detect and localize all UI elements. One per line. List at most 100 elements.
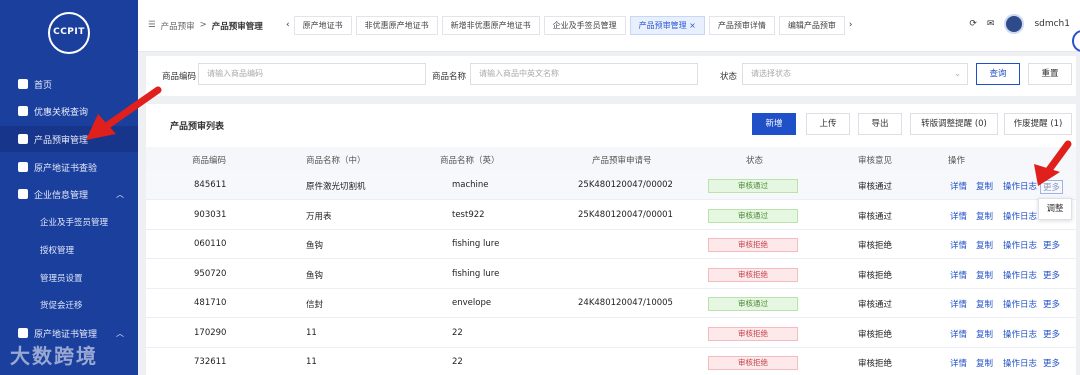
adjust-menu-item[interactable]: 调整: [1038, 198, 1072, 220]
name-label: 商品名称: [432, 72, 467, 82]
cell-code: 481710: [194, 298, 227, 308]
detail-link[interactable]: 详情: [950, 298, 967, 310]
export-button[interactable]: 导出: [858, 113, 902, 135]
cell-name-cn: 原件激光切割机: [306, 182, 366, 192]
cell-name-en: machine: [452, 180, 489, 190]
tab-certificate[interactable]: 原产地证书: [293, 16, 352, 35]
refresh-icon[interactable]: ⟳: [969, 19, 977, 29]
header-opinion: 审核意见: [858, 156, 893, 166]
copy-link[interactable]: 复制: [976, 180, 993, 192]
log-link[interactable]: 操作日志: [1003, 298, 1037, 310]
sidebar-subitem-migration[interactable]: 货促会迁移: [40, 299, 83, 311]
sidebar-item-company-info[interactable]: 企业信息管理 ︿: [0, 181, 138, 207]
cell-name-en: envelope: [452, 298, 492, 308]
copy-link[interactable]: 复制: [976, 357, 993, 369]
copy-link[interactable]: 复制: [976, 269, 993, 281]
cell-name-cn: 万用表: [306, 211, 332, 222]
header-status: 状态: [746, 156, 764, 166]
detail-link[interactable]: 详情: [950, 239, 967, 251]
tab-non-preferential[interactable]: 非优惠原产地证书: [355, 16, 438, 35]
watermark-text: 大数跨境: [10, 344, 98, 368]
breadcrumb: ☰ 产品预审 > 产品预审管理: [148, 20, 263, 32]
upload-button[interactable]: 上传: [806, 113, 850, 135]
cell-name-cn: 11: [306, 327, 317, 338]
table-row: 732611 11 22 审核拒绝 审核拒绝 详情 复制 操作日志 更多: [146, 348, 1076, 375]
detail-link[interactable]: 详情: [950, 269, 967, 281]
copy-link[interactable]: 复制: [976, 210, 993, 222]
detail-link[interactable]: 详情: [950, 357, 967, 369]
sidebar-subitem-authorization[interactable]: 授权管理: [40, 244, 74, 256]
more-link[interactable]: 更多: [1043, 328, 1060, 340]
home-icon: [18, 79, 28, 89]
annotation-arrow-right: [1034, 140, 1072, 186]
status-badge: 审核拒绝: [708, 238, 798, 252]
avatar[interactable]: [1004, 14, 1025, 34]
sidebar: CCPIT 首页 优惠关税查询 产品预审管理 原产地证书查验 企业信息管理 ︿ 企…: [0, 0, 138, 375]
more-link[interactable]: 更多: [1043, 269, 1060, 281]
document-icon: [18, 162, 28, 172]
more-link[interactable]: 更多: [1043, 357, 1060, 369]
log-link[interactable]: 操作日志: [1003, 210, 1037, 222]
header-actions: 操作: [948, 156, 966, 166]
table-title: 产品预审列表: [170, 122, 225, 132]
table-row: 481710 信封 envelope 24K480120047/10005 审核通过 审核…: [146, 289, 1076, 318]
status-badge: 审核拒绝: [708, 356, 798, 370]
search-panel: 商品编码 请输入商品编码 商品名称 请输入商品中英文名称 状态 请选择状态 ⌄ 查…: [146, 56, 1076, 96]
cell-opinion: 审核通过: [858, 300, 893, 310]
cell-opinion: 审核拒绝: [858, 270, 893, 281]
copy-link[interactable]: 复制: [976, 298, 993, 310]
tab-review-detail[interactable]: 产品预审详情: [708, 16, 775, 35]
status-label: 状态: [720, 72, 738, 82]
mail-icon[interactable]: ✉: [987, 19, 995, 29]
detail-link[interactable]: 详情: [950, 328, 967, 340]
user-name[interactable]: sdmch1: [1034, 19, 1070, 29]
tab-signer[interactable]: 企业及手签员管理: [543, 16, 626, 35]
top-icons: ⟳ ✉ sdmch1: [969, 14, 1070, 34]
log-link[interactable]: 操作日志: [1003, 269, 1037, 281]
status-badge: 审核拒绝: [708, 267, 798, 282]
tab-scroll-left-icon[interactable]: ‹: [286, 16, 290, 35]
copy-link[interactable]: 复制: [976, 328, 993, 340]
tab-scroll-right-icon[interactable]: ›: [849, 16, 853, 35]
log-link[interactable]: 操作日志: [1003, 239, 1037, 251]
sidebar-subitem-signer[interactable]: 企业及手签员管理: [40, 216, 108, 228]
status-badge: 审核通过: [708, 208, 798, 223]
more-link[interactable]: 更多: [1043, 239, 1060, 251]
more-link[interactable]: 更多: [1043, 298, 1060, 310]
cell-code: 170290: [194, 327, 227, 338]
detail-link[interactable]: 详情: [950, 180, 967, 192]
tab-edit-review[interactable]: 编辑产品预审: [778, 16, 845, 35]
detail-link[interactable]: 详情: [950, 210, 967, 222]
cell-name-en: fishing lure: [452, 268, 500, 279]
status-select[interactable]: 请选择状态 ⌄: [742, 63, 968, 85]
annotation-arrow-left: [86, 86, 162, 140]
sidebar-item-certificate-check[interactable]: 原产地证书查验: [0, 154, 138, 180]
tab-product-review[interactable]: 产品预审管理 ×: [629, 16, 705, 35]
add-button[interactable]: 新增: [752, 113, 796, 135]
tab-add-non-preferential[interactable]: 新增非优惠原产地证书: [441, 16, 540, 35]
cell-app-no: 24K480120047/10005: [578, 298, 673, 308]
status-badge: 审核通过: [708, 179, 798, 193]
query-button[interactable]: 查询: [976, 63, 1020, 85]
void-reminder-button[interactable]: 作废提醒 (1): [1004, 113, 1072, 135]
copy-link[interactable]: 复制: [976, 239, 993, 251]
transfer-reminder-button[interactable]: 转版调整提醒 (0): [910, 113, 998, 135]
table-row: 060110 鱼钩 fishing lure 审核拒绝 审核拒绝 详情 复制 操作日志 更多: [146, 230, 1076, 259]
name-input[interactable]: 请输入商品中英文名称: [470, 63, 698, 85]
log-link[interactable]: 操作日志: [1003, 328, 1037, 340]
sidebar-subitem-admin[interactable]: 管理员设置: [40, 272, 83, 284]
close-icon[interactable]: ×: [689, 21, 696, 30]
table-row: 903031 万用表 test922 25K480120047/00001 审核通过 审核…: [146, 201, 1076, 230]
table-header: 商品编码 商品名称（中） 商品名称（英） 产品预审申请号 状态 审核意见 操作: [146, 147, 1076, 171]
cell-code: 950720: [194, 268, 227, 279]
cell-name-cn: 11: [306, 357, 317, 367]
reset-button[interactable]: 重置: [1028, 63, 1072, 85]
code-input[interactable]: 请输入商品编码: [198, 63, 426, 85]
log-link[interactable]: 操作日志: [1003, 357, 1037, 369]
header-app-no: 产品预审申请号: [592, 156, 652, 166]
cell-code: 732611: [194, 357, 227, 367]
cell-name-en: 22: [452, 327, 463, 338]
cell-code: 060110: [194, 239, 227, 249]
menu-toggle-icon[interactable]: ☰: [148, 20, 156, 32]
top-bar: ☰ 产品预审 > 产品预审管理 ‹ 原产地证书 非优惠原产地证书 新增非优惠原产…: [138, 0, 1080, 52]
